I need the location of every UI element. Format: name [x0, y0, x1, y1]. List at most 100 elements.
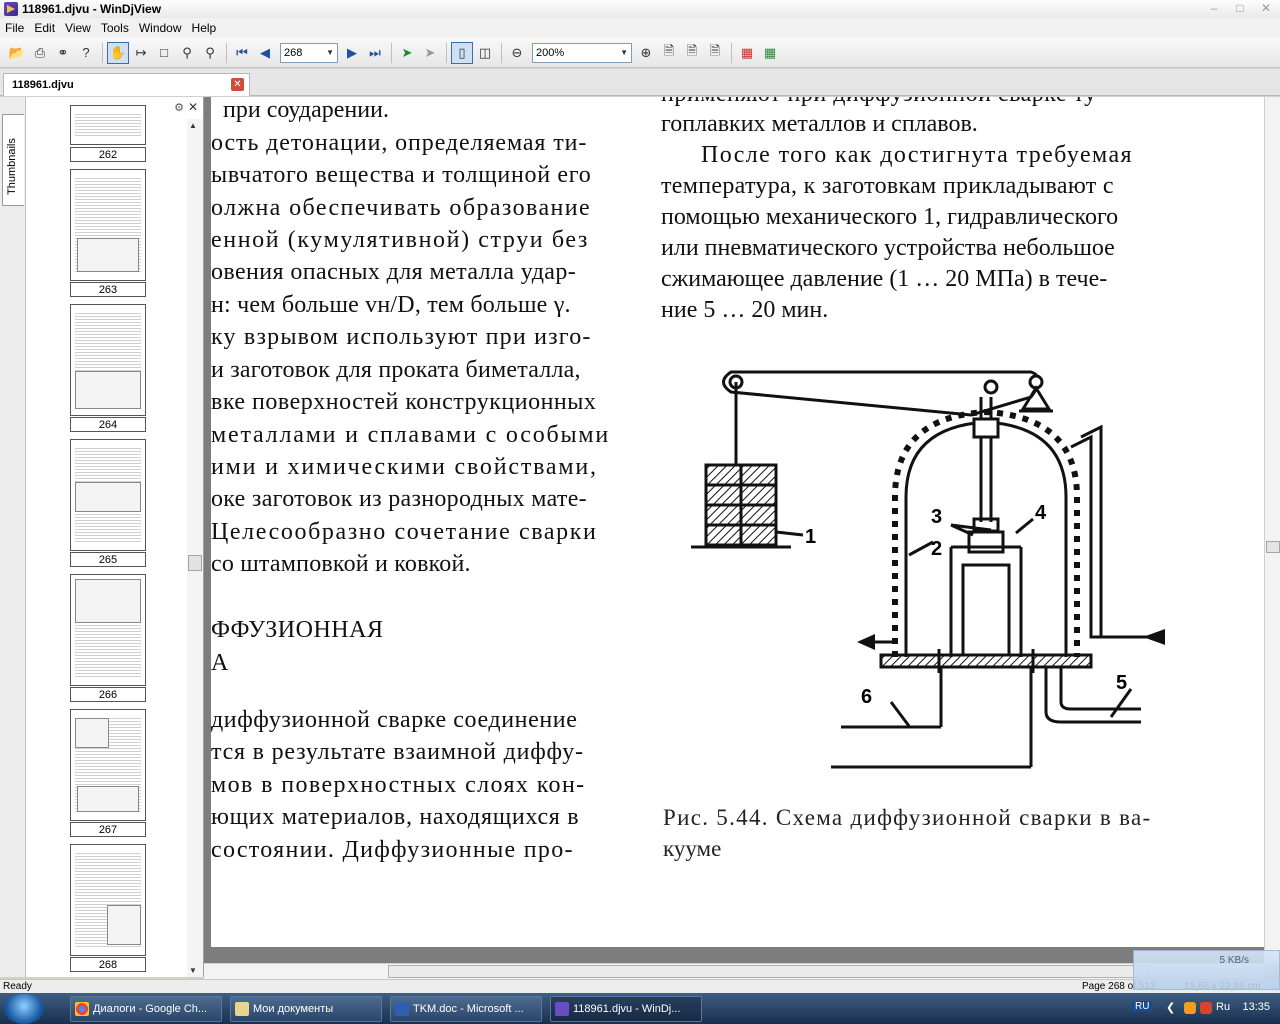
close-panel-icon[interactable]: ✕	[188, 100, 198, 114]
network-speed-widget: 5 KB/s	[1133, 950, 1280, 990]
thumbnail-page-number: 268	[70, 957, 146, 972]
status-bar: Ready Page 268 of 512 15,66 x 22,86 cm	[0, 979, 1280, 993]
back-icon[interactable]: ➤	[396, 42, 418, 64]
network-speed-value: 5 KB/s	[1219, 955, 1249, 966]
zoom-in-icon[interactable]: ⊕	[635, 42, 657, 64]
menu-help[interactable]: Help	[187, 21, 222, 35]
first-page-icon[interactable]: ⏮	[231, 42, 253, 64]
page-thumbnail[interactable]	[70, 709, 146, 821]
windjview-icon	[555, 1002, 569, 1016]
page-text-line: температура, к заготовкам прикладывают с	[661, 173, 1114, 199]
display-color-icon[interactable]: ▦	[736, 42, 758, 64]
close-window-button[interactable]: ✕	[1254, 0, 1278, 16]
menu-bar: File Edit View Tools Window Help	[0, 18, 1280, 38]
taskbar-item-windjview[interactable]: 118961.djvu - WinDj...	[550, 996, 702, 1022]
menu-edit[interactable]: Edit	[29, 21, 60, 35]
start-button[interactable]	[4, 994, 44, 1024]
scrollbar-thumb[interactable]	[188, 555, 202, 571]
taskbar-item-documents[interactable]: Мои документы	[230, 996, 382, 1022]
figure-caption-line: кууме	[663, 836, 722, 861]
rect-select-icon[interactable]: □	[153, 42, 175, 64]
sidebar-tab-strip	[0, 97, 26, 977]
keyboard-layout-indicator[interactable]: Ru	[1216, 1001, 1230, 1013]
find-icon[interactable]: ⚭	[52, 42, 74, 64]
magnifier-icon[interactable]: ⚲	[199, 42, 221, 64]
previous-page-icon[interactable]: ◀	[254, 42, 276, 64]
page-text-line: сжимающее давление (1 … 20 МПа) в тече-	[661, 266, 1108, 292]
language-indicator[interactable]: RU	[1132, 1001, 1153, 1012]
scroll-down-icon[interactable]: ▼	[189, 966, 197, 975]
next-page-icon[interactable]: ▶	[341, 42, 363, 64]
toolbar-separator	[102, 42, 103, 63]
maximize-button[interactable]: □	[1228, 0, 1252, 16]
page-text-line: тся в результате взаимной диффу-	[211, 739, 584, 765]
word-icon	[395, 1002, 409, 1016]
actual-size-icon[interactable]: 🗎	[704, 42, 726, 64]
page-thumbnail[interactable]	[70, 169, 146, 281]
page-text-line: вке поверхностей конструкционных	[211, 389, 597, 415]
display-mode-icon[interactable]: ▦	[759, 42, 781, 64]
document-page: при соударении. ость детонации, определя…	[211, 97, 1264, 947]
zoom-rect-icon[interactable]: ⚲	[176, 42, 198, 64]
open-folder-icon[interactable]: 📂	[6, 42, 28, 64]
document-vertical-scrollbar[interactable]	[1264, 97, 1280, 963]
firefox-icon[interactable]	[1200, 1002, 1212, 1014]
clock[interactable]: 13:35	[1242, 1001, 1270, 1013]
thumbnail-page-number: 266	[70, 687, 146, 702]
zoom-out-icon[interactable]: ⊖	[506, 42, 528, 64]
taskbar-item-label: TKM.doc - Microsoft ...	[413, 1003, 524, 1015]
thumbnails-tab[interactable]: Thumbnails	[2, 114, 24, 206]
document-tab[interactable]: 118961.djvu ✕	[3, 73, 250, 96]
document-tab-bar: 118961.djvu ✕	[0, 69, 1280, 96]
taskbar-item-label: 118961.djvu - WinDj...	[573, 1003, 681, 1015]
document-horizontal-scrollbar[interactable]	[204, 963, 1264, 979]
app-window: 118961.djvu - WinDjView – □ ✕ File Edit …	[0, 0, 1280, 1024]
menu-view[interactable]: View	[60, 21, 96, 35]
scroll-up-icon[interactable]: ▲	[189, 121, 197, 130]
toolbar-separator	[731, 42, 732, 63]
page-text-line: ывчатого вещества и толщиной его	[211, 162, 592, 188]
page-thumbnail[interactable]	[70, 439, 146, 551]
document-view[interactable]: при соударении. ость детонации, определя…	[204, 97, 1264, 963]
page-text-line: при соударении.	[223, 97, 389, 123]
print-icon[interactable]: ⎙	[29, 42, 51, 64]
hand-tool-icon[interactable]: ✋	[107, 41, 129, 64]
thumbnail-page-number: 267	[70, 822, 146, 837]
title-bar: 118961.djvu - WinDjView – □ ✕	[0, 0, 1280, 18]
close-tab-icon[interactable]: ✕	[231, 78, 244, 91]
help-icon[interactable]: ?	[75, 42, 97, 64]
taskbar-item-chrome[interactable]: Диалоги - Google Ch...	[70, 996, 222, 1022]
minimize-button[interactable]: –	[1202, 0, 1226, 16]
single-page-icon[interactable]: ▯	[451, 41, 473, 64]
zoom-combo[interactable]: 200% ▼	[532, 42, 632, 63]
fit-width-icon[interactable]: 🗎	[681, 42, 703, 64]
thumbnails-scrollbar[interactable]: ▲ ▼	[187, 119, 203, 977]
taskbar-item-word[interactable]: TKM.doc - Microsoft ...	[390, 996, 542, 1022]
taskbar-item-label: Мои документы	[253, 1003, 334, 1015]
chevron-left-icon[interactable]: ❮	[1166, 1001, 1175, 1014]
media-player-icon[interactable]	[1184, 1002, 1196, 1014]
gear-icon[interactable]: ⚙	[174, 101, 184, 114]
text-select-icon[interactable]: ↦	[130, 42, 152, 64]
page-text-line: состоянии. Диффузионные про-	[211, 837, 574, 863]
menu-tools[interactable]: Tools	[96, 21, 134, 35]
page-thumbnail[interactable]	[70, 844, 146, 956]
toolbar: 📂 ⎙ ⚭ ? ✋ ↦ □ ⚲ ⚲ ⏮ ◀ 268 ▼ ▶ ⏭ ➤ ➤ ▯ ◫ …	[0, 38, 1280, 68]
menu-window[interactable]: Window	[134, 21, 187, 35]
page-text-line: ющих материалов, находящихся в	[211, 804, 580, 830]
scrollbar-thumb[interactable]	[1266, 541, 1280, 553]
menu-file[interactable]: File	[0, 21, 29, 35]
last-page-icon[interactable]: ⏭	[364, 42, 386, 64]
page-thumbnail[interactable]	[70, 304, 146, 416]
fit-page-icon[interactable]: 🗎	[658, 42, 680, 64]
page-text-line: Целесообразно сочетание сварки	[211, 519, 598, 545]
figure-label: 3	[931, 506, 942, 528]
page-number-combo[interactable]: 268 ▼	[280, 42, 338, 63]
facing-pages-icon[interactable]: ◫	[474, 42, 496, 64]
thumbnail-page-number: 265	[70, 552, 146, 567]
page-thumbnail[interactable]	[70, 105, 146, 145]
figure-label: 2	[931, 538, 942, 560]
page-thumbnail[interactable]	[70, 574, 146, 686]
forward-icon[interactable]: ➤	[419, 42, 441, 64]
scrollbar-thumb[interactable]	[388, 965, 1148, 978]
